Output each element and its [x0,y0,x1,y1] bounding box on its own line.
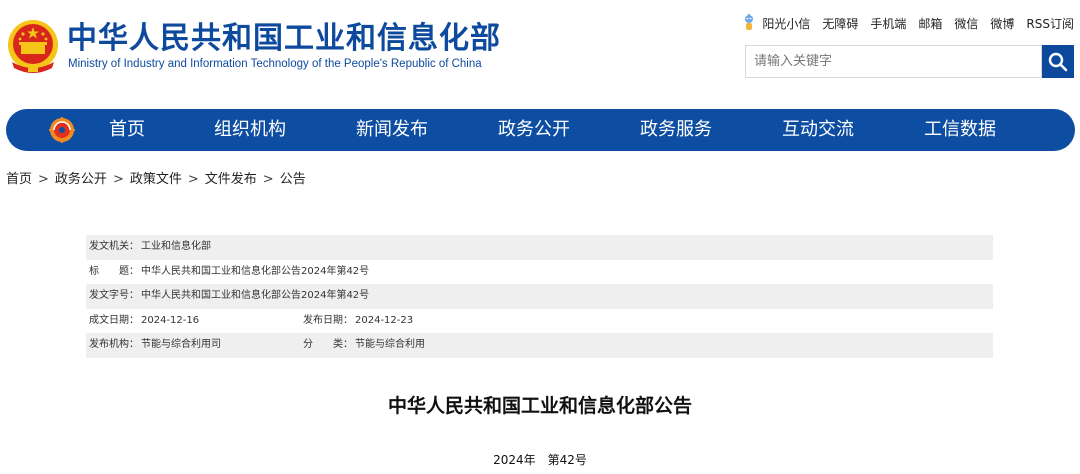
top-link-mobile[interactable]: 手机端 [870,15,906,32]
document-heading: 中华人民共和国工业和信息化部公告 [387,395,692,417]
title-label: 标 题： [89,265,139,277]
nav-item-news[interactable]: 新闻发布 [356,109,428,151]
breadcrumb-separator: > [38,172,49,187]
nav-item-government-services[interactable]: 政务服务 [640,109,712,151]
category-label: 分 类： [303,339,353,351]
info-row-title: 标 题： 中华人民共和国工业和信息化部公告2024年第42号 [86,260,993,285]
breadcrumb-separator: > [262,172,274,187]
top-link-mailbox[interactable]: 邮箱 [918,15,942,32]
main-nav: 首页 组织机构 新闻发布 政务公开 政务服务 互动交流 工信数据 [6,109,1075,151]
national-emblem-icon [6,18,60,76]
assistant-robot-icon [745,14,754,30]
nav-item-government-affairs[interactable]: 政务公开 [498,109,570,151]
breadcrumb-separator: > [112,172,124,187]
document-number-line: 2024年 第42号 [493,453,587,467]
written-date-label: 成文日期： [89,314,139,326]
info-row-agency: 发布机构： 节能与综合利用司 分 类： 节能与综合利用 [86,333,993,358]
nav-item-data[interactable]: 工信数据 [924,109,996,151]
breadcrumb-announcement[interactable]: 公告 [280,172,306,187]
site-title: 中华人民共和国工业和信息化部 [67,21,501,56]
top-link-accessibility[interactable]: 无障碍 [822,15,858,32]
info-row-issuer: 发文机关： 工业和信息化部 [86,235,993,260]
top-link-rss[interactable]: RSS订阅 [1026,15,1074,32]
category-value: 节能与综合利用 [355,339,425,351]
agency-label: 发布机构： [89,339,139,351]
breadcrumb-document-release[interactable]: 文件发布 [205,172,257,187]
document-info-table: 发文机关： 工业和信息化部 标 题： 中华人民共和国工业和信息化部公告2024年… [86,235,993,358]
agency-value: 节能与综合利用司 [141,339,221,351]
breadcrumb-home[interactable]: 首页 [6,172,32,187]
site-subtitle: Ministry of Industry and Information Tec… [68,58,482,70]
written-date-value: 2024-12-16 [141,314,200,326]
top-link-weibo[interactable]: 微博 [990,15,1014,32]
issuer-value: 工业和信息化部 [141,241,211,252]
top-link-sunshine-xiaoxin[interactable]: 阳光小信 [762,15,810,32]
info-row-doc-number: 发文字号： 中华人民共和国工业和信息化部公告2024年第42号 [86,284,993,309]
breadcrumb-separator: > [187,172,199,187]
info-row-dates: 成文日期： 2024-12-16 发布日期： 2024-12-23 [86,309,993,334]
breadcrumb: 首页 > 政务公开 > 政策文件 > 文件发布 > 公告 [6,168,306,187]
search-input[interactable] [746,46,1041,77]
title-value: 中华人民共和国工业和信息化部公告2024年第42号 [141,265,370,277]
nav-item-home[interactable]: 首页 [109,109,145,151]
breadcrumb-policy-documents[interactable]: 政策文件 [130,172,182,187]
search-icon [1048,52,1068,71]
publish-date-value: 2024-12-23 [355,314,414,326]
ministry-logo-icon [49,117,75,143]
issuer-label: 发文机关： [89,241,139,252]
top-link-wechat[interactable]: 微信 [954,15,978,32]
nav-item-interaction[interactable]: 互动交流 [782,109,854,151]
doc-number-value: 中华人民共和国工业和信息化部公告2024年第42号 [141,290,370,302]
nav-item-organization[interactable]: 组织机构 [214,109,286,151]
search-box [745,45,1042,78]
doc-number-label: 发文字号： [89,290,139,302]
breadcrumb-government-affairs[interactable]: 政务公开 [55,172,107,187]
publish-date-label: 发布日期： [303,314,353,326]
search-button[interactable] [1042,45,1074,78]
top-links: 阳光小信 无障碍 手机端 邮箱 微信 微博 RSS订阅 [742,14,1074,32]
